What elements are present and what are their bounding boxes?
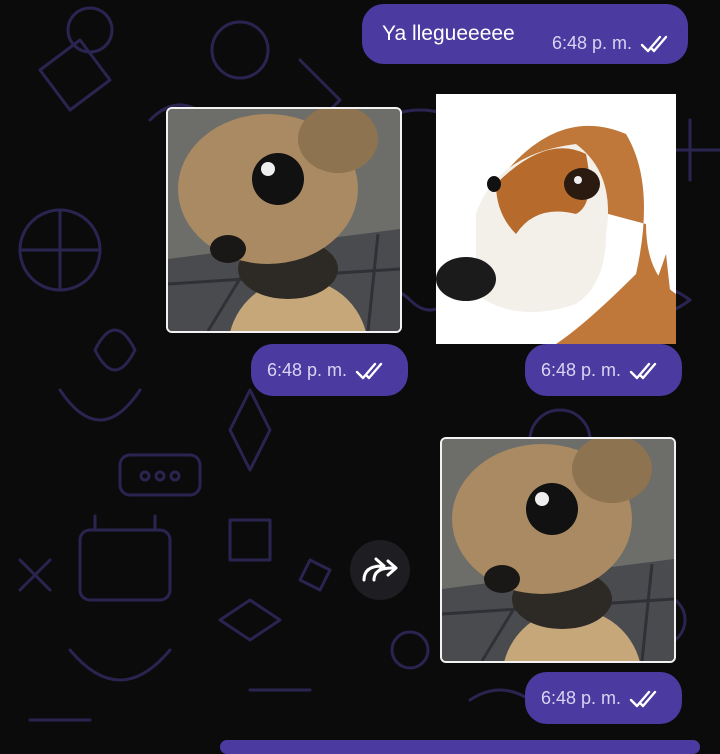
chihuahua-image [168,109,400,331]
time-bubble: 6:48 p. m. [525,672,682,724]
message-time: 6:48 p. m. [541,688,622,708]
next-message-bubble[interactable] [220,740,700,754]
forward-arrow-icon [362,557,398,582]
double-check-icon [629,362,657,379]
message-meta: 6:48 p. m. [267,360,385,381]
time-bubble: 6:48 p. m. [251,344,408,396]
sticker-chihuahua[interactable] [166,107,402,333]
message-time: 6:48 p. m. [267,360,348,380]
time-bubble: 6:48 p. m. [525,344,682,396]
double-check-icon [355,362,383,379]
forward-button[interactable] [350,540,410,600]
message-text: Ya llegueeeee [382,22,515,45]
terrier-image [436,94,676,344]
message-time: 6:48 p. m. [551,33,632,53]
double-check-icon [629,690,657,707]
double-check-icon [640,35,668,52]
chihuahua-image [442,439,674,661]
sticker-terrier[interactable] [436,94,676,344]
message-time: 6:48 p. m. [541,360,622,380]
sticker-chihuahua-forwarded[interactable] [440,437,676,663]
message-meta: 6:48 p. m. [541,688,659,709]
message-meta: 6:48 p. m. [552,33,670,54]
message-bubble-text[interactable]: Ya llegueeeee 6:48 p. m. [362,4,688,64]
message-meta: 6:48 p. m. [541,360,659,381]
